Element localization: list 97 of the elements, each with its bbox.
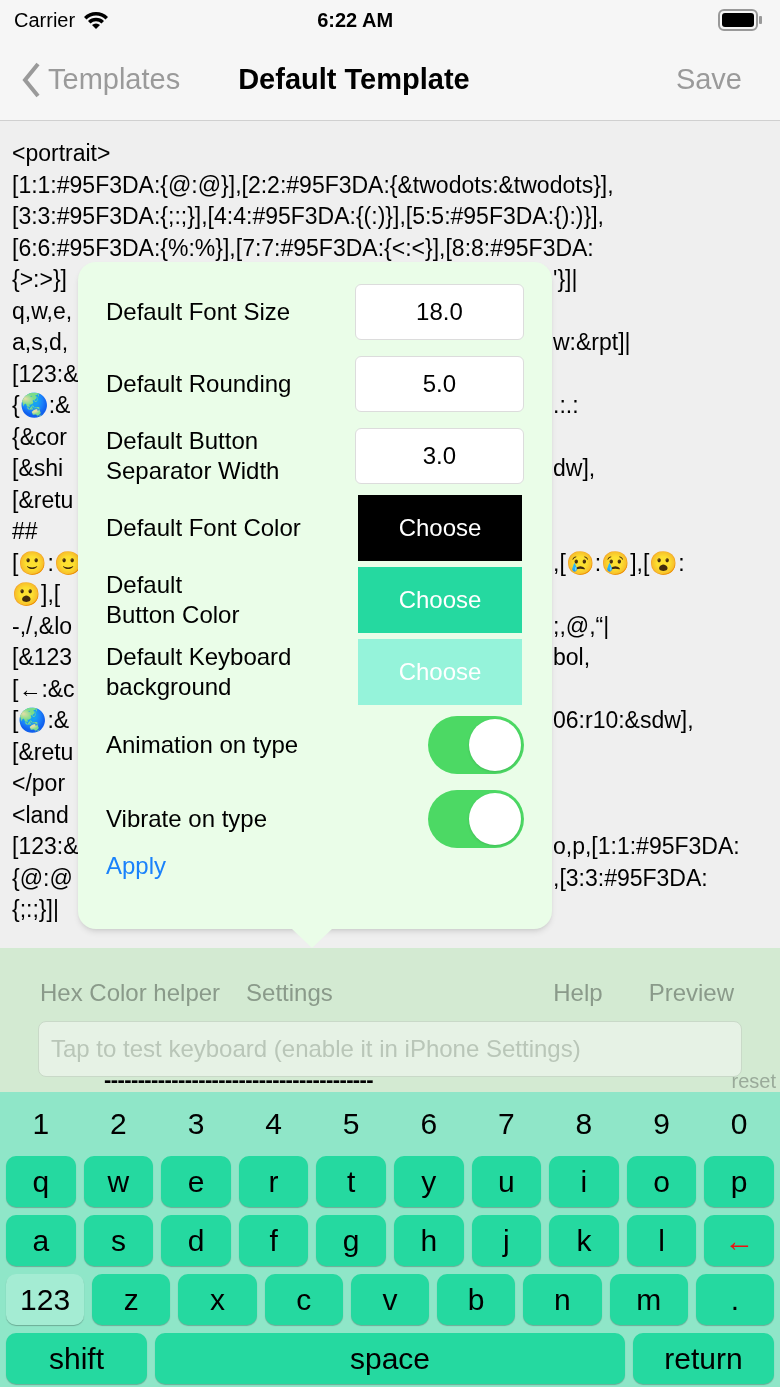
keyboard-key[interactable]: 3: [161, 1098, 231, 1148]
keyboard-key[interactable]: x: [178, 1274, 257, 1325]
value-field[interactable]: 5.0: [354, 356, 524, 412]
code-line: '}]|: [553, 265, 578, 294]
toggle-switch[interactable]: [428, 716, 524, 774]
code-line: ,[3:3:#95F3DA:: [553, 863, 708, 893]
keyboard-key[interactable]: 2: [83, 1098, 154, 1148]
code-line: -,/,&lo: [12, 612, 73, 639]
keyboard-key[interactable]: .: [695, 1274, 774, 1325]
code-line: [&123: [12, 644, 73, 670]
code-line: [←:&c: [12, 675, 75, 702]
code-line: </por: [12, 770, 66, 796]
setting-label: Vibrate on type: [106, 804, 268, 834]
keyboard-key[interactable]: e: [161, 1156, 231, 1207]
code-line: {;:;}]|: [12, 896, 59, 922]
code-line: .:.:: [553, 391, 579, 420]
wifi-icon: [83, 10, 110, 30]
keyboard-key[interactable]: l: [626, 1215, 697, 1266]
code-line: dw],: [553, 454, 596, 483]
code-line: [🙂:🙂: [12, 549, 83, 576]
code-line: w:&rpt]|: [553, 328, 631, 357]
keyboard-key[interactable]: y: [393, 1156, 464, 1207]
toggle-switch[interactable]: [428, 790, 524, 848]
setting-label: Default Button Color: [106, 570, 241, 630]
code-line: {@:@: [12, 864, 73, 891]
code-line: [123:&: [12, 833, 79, 859]
screen-title: Default Template: [238, 62, 470, 98]
code-line: bol,: [553, 643, 591, 672]
code-line: {>:>}]: [12, 266, 67, 292]
keyboard-key[interactable]: 1: [6, 1098, 76, 1148]
keyboard-key[interactable]: h: [393, 1215, 464, 1266]
keyboard-key[interactable]: o: [626, 1156, 697, 1207]
code-line: [🌏:&: [12, 707, 70, 733]
keyboard-key[interactable]: 4: [238, 1098, 309, 1148]
clock-time: 6:22 AM: [317, 8, 394, 33]
keyboard-key[interactable]: b: [437, 1274, 516, 1325]
code-line: [123:&: [12, 360, 79, 387]
code-line: ,[😢:😢],[😮:: [553, 548, 685, 578]
keyboard-key[interactable]: r: [238, 1156, 309, 1207]
setting-label: Default Rounding: [106, 369, 293, 399]
keyboard-key[interactable]: 7: [471, 1098, 542, 1148]
code-line: [&retu: [12, 486, 74, 513]
code-line: 😮],[: [12, 581, 61, 607]
keyboard-key[interactable]: 8: [549, 1098, 619, 1148]
code-line: <land: [12, 801, 69, 828]
keyboard-key[interactable]: j: [471, 1215, 542, 1266]
keyboard-key[interactable]: 0: [704, 1098, 774, 1148]
keyboard-key[interactable]: u: [471, 1156, 542, 1207]
keyboard-key[interactable]: g: [316, 1215, 386, 1266]
color-choose-button[interactable]: Choose: [358, 495, 522, 561]
code-line: [6:6:#95F3DA:{%:%}],[7:7:#95F3DA:{<:<}],[8:8:#95F3DA:: [12, 234, 594, 261]
code-line: [3:3:#95F3DA:{;:;}],[4:4:#95F3DA:{(:)}],[5:5:#95F3DA:{):)}],: [12, 203, 604, 229]
code-line: [&shi: [12, 455, 64, 481]
keyboard-key[interactable]: 6: [393, 1098, 464, 1148]
setting-label: Default Font Color: [106, 513, 302, 543]
value-field[interactable]: 3.0: [354, 428, 524, 484]
value-field[interactable]: 18.0: [354, 284, 524, 340]
apply-link[interactable]: Apply: [106, 848, 167, 884]
keyboard-key[interactable]: t: [316, 1156, 386, 1207]
setting-label: Default Keyboard background: [106, 642, 293, 702]
keyboard-key[interactable]: space: [155, 1333, 625, 1384]
setting-label: Animation on type: [106, 730, 300, 760]
keyboard-key[interactable]: q: [6, 1156, 76, 1207]
code-line: a,s,d,: [12, 329, 69, 355]
keyboard-key[interactable]: 9: [626, 1098, 697, 1148]
keyboard-key[interactable]: 123: [6, 1274, 85, 1325]
keyboard-key[interactable]: v: [350, 1274, 430, 1325]
keyboard-key[interactable]: m: [609, 1274, 688, 1325]
keyboard-key[interactable]: d: [161, 1215, 231, 1266]
code-line: q,w,e,: [12, 297, 73, 324]
keyboard-key[interactable]: a: [6, 1215, 76, 1266]
code-line: ##: [12, 518, 38, 544]
keyboard-key[interactable]: z: [92, 1274, 171, 1325]
keyboard-key[interactable]: 5: [316, 1098, 386, 1148]
code-line: ;,@,“|: [553, 611, 610, 641]
keyboard-key[interactable]: f: [238, 1215, 309, 1266]
code-line: [1:1:#95F3DA:{@:@}],[2:2:#95F3DA:{&twodots:&twodots}],: [12, 171, 614, 198]
code-line: o,p,[1:1:#95F3DA:: [553, 832, 740, 861]
keyboard-key[interactable]: p: [704, 1156, 774, 1207]
keyboard-key[interactable]: shift: [6, 1333, 147, 1384]
keyboard-key[interactable]: s: [83, 1215, 154, 1266]
setting-label: Default Font Size: [106, 297, 292, 327]
code-line: {🌏:&: [12, 392, 71, 418]
code-line: [&retu: [12, 738, 74, 765]
chevron-left-icon: [22, 62, 40, 98]
keyboard-key[interactable]: w: [83, 1156, 154, 1207]
code-line: {&cor: [12, 423, 67, 450]
keyboard-key[interactable]: c: [264, 1274, 343, 1325]
code-line: 06:r10:&sdw],: [553, 706, 694, 735]
keyboard-key[interactable]: n: [523, 1274, 602, 1325]
battery-icon: [718, 9, 762, 31]
carrier-label: Carrier: [14, 8, 76, 33]
keyboard-key[interactable]: i: [549, 1156, 619, 1207]
code-line: <portrait>: [12, 140, 111, 166]
setting-label: Default Button Separator Width: [106, 426, 281, 486]
keyboard-key[interactable]: k: [549, 1215, 619, 1266]
keyboard-key[interactable]: return: [633, 1333, 774, 1384]
